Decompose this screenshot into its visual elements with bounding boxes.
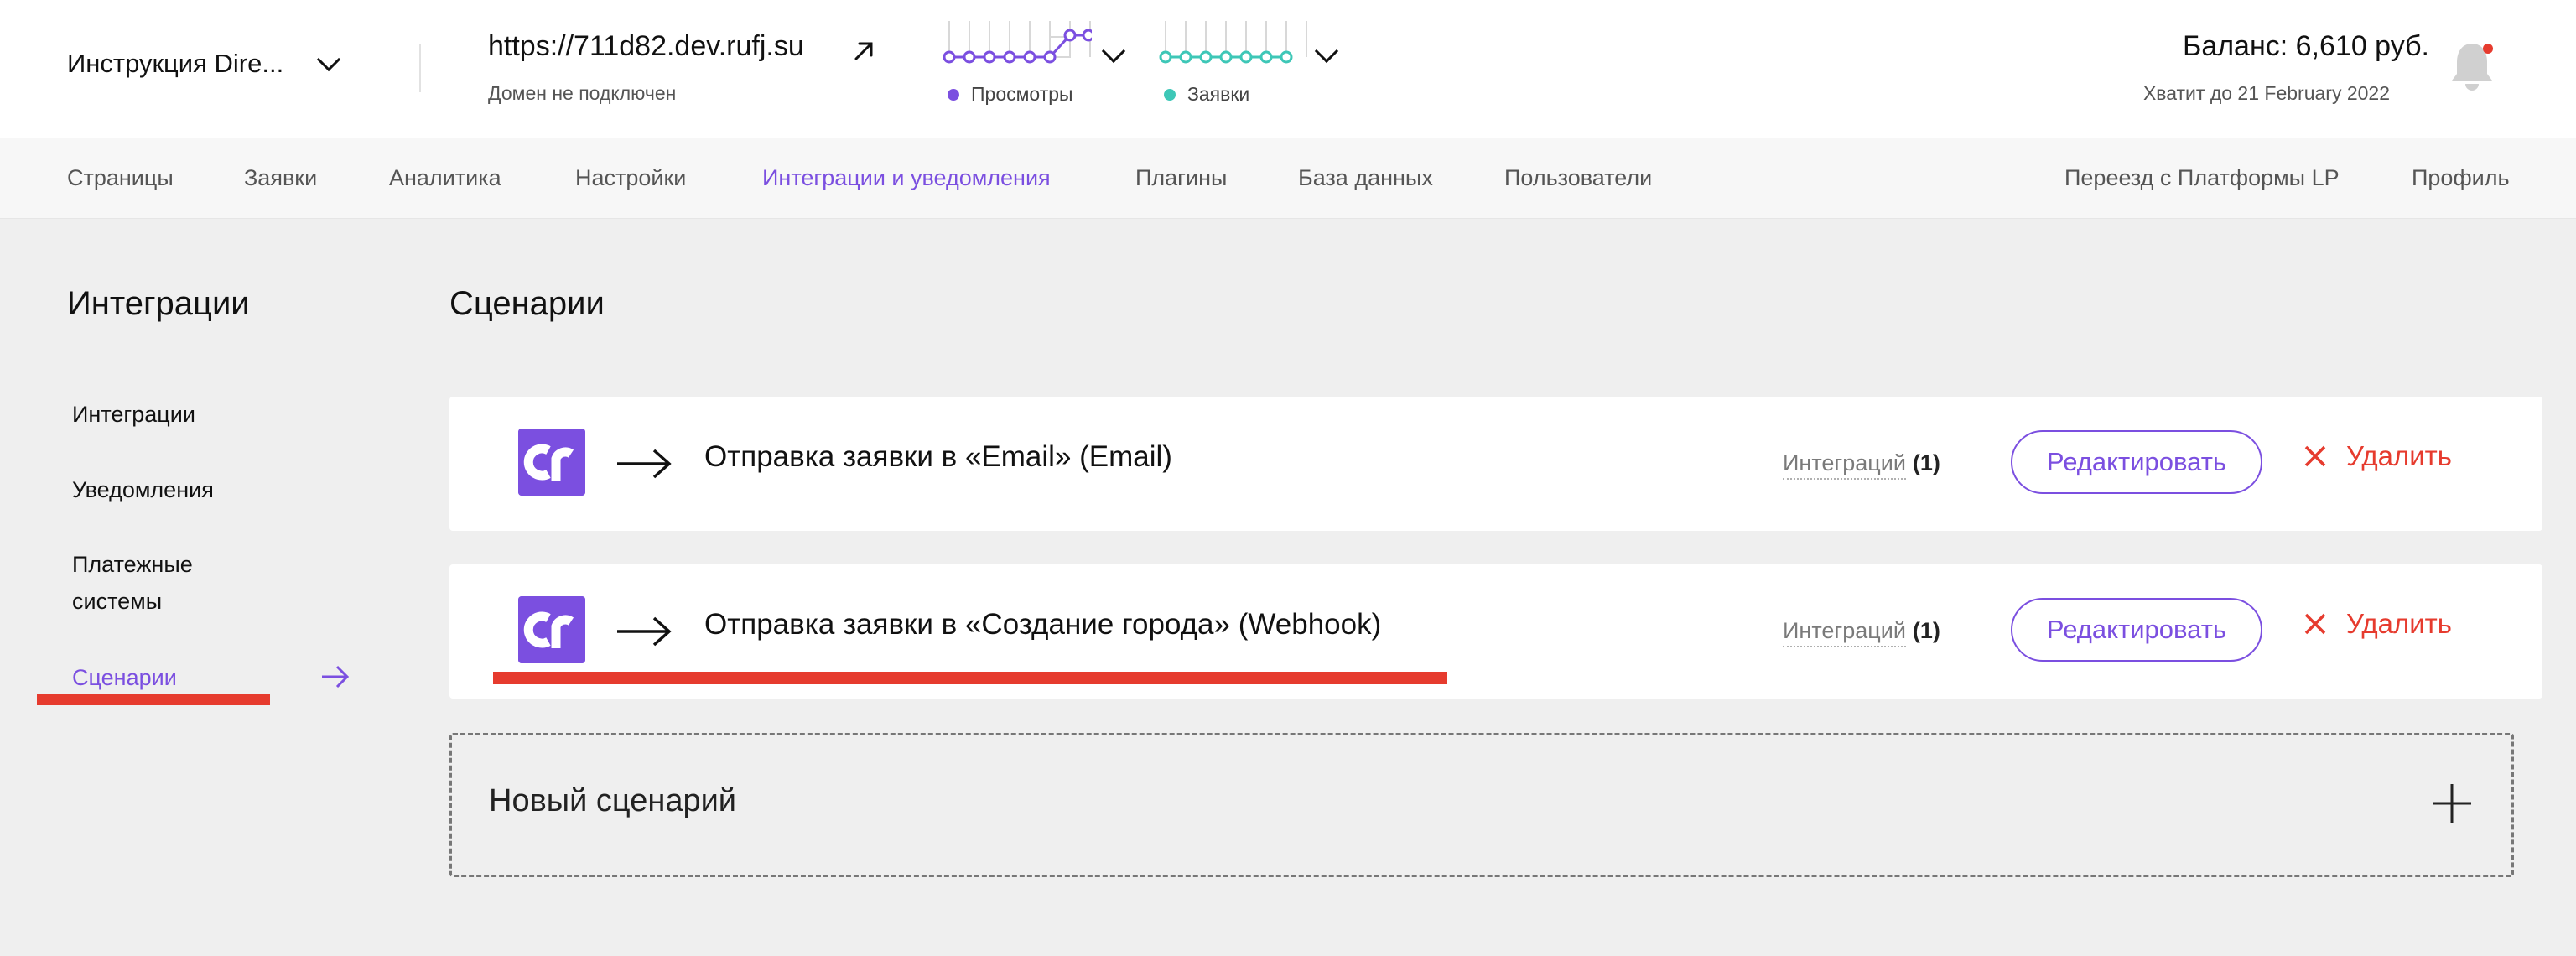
arrow-right-icon [617,449,672,479]
cr-logo-icon [518,429,585,496]
leads-legend: Заявки [1164,83,1249,106]
scenario-name: Отправка заявки в «Создание города» (Web… [704,608,1382,641]
site-selector[interactable]: Инструкция Dire... [67,47,341,79]
balance: Баланс: 6,610 руб. [2183,30,2429,62]
sidebar-item-scenarios[interactable]: Сценарии [72,659,177,696]
delete-button[interactable]: Удалить [2303,440,2452,472]
main-nav: Страницы Заявки Аналитика Настройки Инте… [0,138,2576,219]
edit-button[interactable]: Редактировать [2011,598,2262,662]
nav-leads[interactable]: Заявки [244,165,317,191]
balance-until: Хватит до 21 February 2022 [2142,82,2390,104]
close-icon [2304,445,2326,467]
nav-users[interactable]: Пользователи [1504,165,1652,191]
arrow-right-icon [617,616,672,647]
highlight-underline [493,672,1447,684]
integrations-label: Интеграций [1783,618,1906,647]
sidebar-item-integrations[interactable]: Интеграции [72,396,195,433]
delete-button[interactable]: Удалить [2303,608,2452,640]
scenario-card: Отправка заявки в «Email» (Email) Интегр… [449,397,2542,531]
site-name: Инструкция Dire... [67,49,284,78]
leads-sparkline [1159,21,1307,64]
nav-plugins[interactable]: Плагины [1135,165,1227,191]
arrow-right-icon [322,665,350,688]
sidebar-title: Интеграции [67,285,250,322]
plus-icon [2433,784,2471,823]
nav-database[interactable]: База данных [1298,165,1433,191]
nav-integrations[interactable]: Интеграции и уведомления [762,165,1051,191]
nav-profile[interactable]: Профиль [2412,165,2510,191]
domain-url-link[interactable]: https://711d82.dev.rufj.su [488,30,804,63]
chevron-down-icon [317,47,341,72]
leads-label: Заявки [1187,83,1250,105]
nav-analytics[interactable]: Аналитика [389,165,501,191]
new-scenario-button[interactable]: Новый сценарий [449,733,2514,877]
scenario-name: Отправка заявки в «Email» (Email) [704,440,1172,473]
chevron-down-icon[interactable] [1314,39,1339,64]
integrations-count: (1) [1912,618,1940,643]
bell-icon[interactable] [2447,39,2497,94]
edit-button[interactable]: Редактировать [2011,430,2262,494]
highlight-underline [37,694,270,705]
sidebar-item-notifications[interactable]: Уведомления [72,471,214,508]
nav-migration[interactable]: Переезд с Платформы LP [2064,165,2340,191]
views-mini-chart[interactable]: Просмотры [941,17,1126,105]
chevron-down-icon[interactable] [1101,39,1126,64]
arrow-up-right-icon[interactable] [849,35,880,65]
sidebar-item-payment-systems[interactable]: Платежные системы [72,546,240,620]
views-legend: Просмотры [948,83,1073,106]
nav-settings[interactable]: Настройки [575,165,686,191]
integrations-count-link[interactable]: Интеграций (1) [1783,618,1940,647]
cr-logo-icon [518,596,585,663]
new-scenario-label: Новый сценарий [489,783,737,818]
page-title: Сценарии [449,285,605,322]
top-header: Инструкция Dire... https://711d82.dev.ru… [0,0,2576,138]
integrations-count-link[interactable]: Интеграций (1) [1783,450,1940,480]
integrations-label: Интеграций [1783,450,1906,480]
leads-mini-chart[interactable]: Заявки [1157,17,1339,105]
integrations-count: (1) [1912,450,1940,475]
domain-status: Домен не подключен [488,82,677,104]
header-divider [419,44,421,92]
delete-label: Удалить [2346,440,2452,471]
notification-dot [2483,44,2493,54]
nav-pages[interactable]: Страницы [67,165,174,191]
delete-label: Удалить [2346,608,2452,639]
views-label: Просмотры [971,83,1073,105]
leads-legend-dot [1164,88,1176,101]
views-sparkline [943,21,1095,64]
views-legend-dot [948,88,959,101]
close-icon [2304,613,2326,635]
